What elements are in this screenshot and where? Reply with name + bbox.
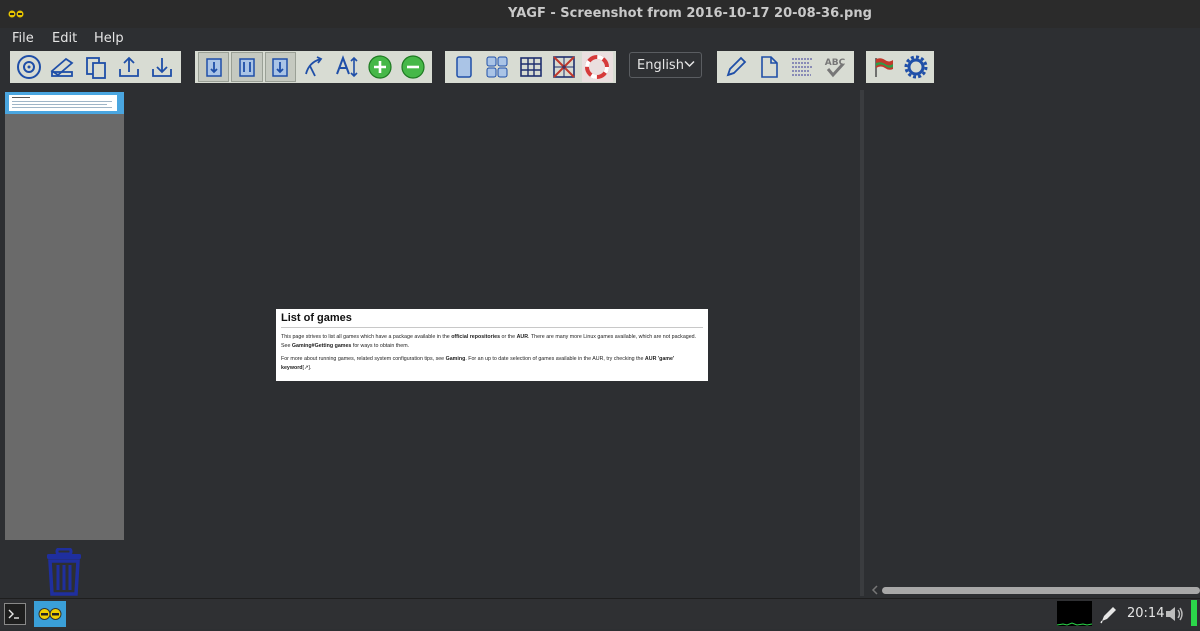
zoom-in-icon bbox=[368, 55, 392, 79]
spell-check-icon: ABC bbox=[825, 58, 846, 78]
font-size-button[interactable] bbox=[331, 52, 362, 82]
volume-icon[interactable] bbox=[1163, 603, 1185, 625]
rotate-180-button[interactable] bbox=[231, 52, 263, 82]
rotate-right-button[interactable] bbox=[264, 52, 296, 82]
chevron-down-icon bbox=[684, 60, 695, 68]
system-monitor-icon[interactable] bbox=[1056, 601, 1093, 626]
blocks-button[interactable] bbox=[481, 52, 512, 82]
flags-icon bbox=[875, 58, 893, 77]
battery-icon bbox=[1191, 600, 1197, 626]
rotate-left-icon bbox=[205, 58, 222, 77]
horizontal-scrollbar[interactable] bbox=[868, 584, 1200, 596]
single-block-button[interactable] bbox=[448, 52, 479, 82]
toolbar-group-blocks bbox=[445, 51, 616, 83]
scanner-icon bbox=[50, 57, 74, 77]
page-thumbnails-panel[interactable] bbox=[5, 92, 124, 540]
rotate-180-icon bbox=[239, 58, 255, 77]
font-size-icon bbox=[335, 55, 358, 78]
document-button[interactable] bbox=[753, 52, 784, 82]
deskew-icon bbox=[304, 56, 322, 77]
scan-disc-button[interactable] bbox=[13, 52, 44, 82]
doc-divider bbox=[281, 327, 703, 328]
scrollbar-thumb[interactable] bbox=[882, 587, 1200, 594]
toolbar-group-text: ABC bbox=[717, 51, 854, 83]
language-select[interactable]: English bbox=[629, 52, 702, 78]
clear-blocks-button[interactable] bbox=[548, 52, 579, 82]
text-preview-button[interactable] bbox=[787, 52, 818, 82]
rotate-right-icon bbox=[272, 58, 289, 77]
export-icon bbox=[119, 56, 139, 77]
thumbnail-preview bbox=[9, 95, 117, 111]
text-output-pane[interactable] bbox=[865, 90, 1200, 596]
toolbar-group-transform bbox=[195, 51, 432, 83]
doc-paragraph-1: This page strives to list all games whic… bbox=[281, 334, 697, 349]
toolbar: ABC bbox=[0, 49, 1200, 85]
window-title: YAGF - Screenshot from 2016-10-17 20-08-… bbox=[508, 6, 872, 21]
scan-disc-icon bbox=[16, 55, 41, 79]
language-select-value: English bbox=[637, 58, 684, 73]
title-bar: YAGF - Screenshot from 2016-10-17 20-08-… bbox=[0, 0, 1200, 29]
toolbar-group-settings bbox=[866, 51, 934, 83]
import-button[interactable] bbox=[147, 52, 178, 82]
help-ring-icon bbox=[585, 55, 610, 79]
deskew-button[interactable] bbox=[298, 52, 329, 82]
menu-file[interactable]: File bbox=[12, 31, 34, 46]
text-preview-icon bbox=[792, 58, 813, 76]
clear-blocks-icon bbox=[553, 56, 575, 78]
spell-check-button[interactable]: ABC bbox=[820, 52, 851, 82]
zoom-in-button[interactable] bbox=[364, 52, 395, 82]
menu-bar: File Edit Help bbox=[0, 28, 1200, 48]
export-button[interactable] bbox=[113, 52, 144, 82]
paste-icon bbox=[85, 57, 106, 79]
terminal-task-icon[interactable] bbox=[4, 603, 26, 625]
pen-tray-icon[interactable] bbox=[1098, 603, 1120, 625]
scanner-button[interactable] bbox=[46, 52, 77, 82]
rotate-left-button[interactable] bbox=[198, 52, 230, 82]
edit-icon bbox=[726, 56, 746, 77]
scroll-left-icon[interactable] bbox=[870, 584, 880, 596]
menu-help[interactable]: Help bbox=[94, 31, 124, 46]
trash-icon[interactable] bbox=[45, 548, 83, 596]
settings-icon bbox=[904, 55, 928, 79]
single-block-icon bbox=[455, 56, 472, 78]
table-button[interactable] bbox=[515, 52, 546, 82]
taskbar bbox=[0, 598, 1200, 629]
document-icon bbox=[761, 56, 778, 78]
edit-button[interactable] bbox=[720, 52, 751, 82]
clock[interactable]: 20:14 bbox=[1127, 606, 1164, 621]
zoom-out-icon bbox=[401, 55, 425, 79]
scanned-image: List of games This page strives to list … bbox=[276, 309, 708, 381]
doc-title: List of games bbox=[281, 312, 352, 324]
toolbar-group-file bbox=[10, 51, 181, 83]
blocks-icon bbox=[486, 56, 508, 78]
yagf-task-icon[interactable] bbox=[34, 601, 66, 627]
settings-button[interactable] bbox=[901, 52, 931, 82]
import-icon bbox=[152, 58, 173, 77]
doc-paragraph-2: For more about running games, related sy… bbox=[281, 356, 675, 371]
help-ring-button[interactable] bbox=[581, 52, 614, 82]
page-thumbnail[interactable] bbox=[5, 92, 124, 114]
table-icon bbox=[519, 57, 542, 77]
paste-button[interactable] bbox=[80, 52, 111, 82]
pane-splitter[interactable] bbox=[860, 90, 864, 596]
zoom-out-button[interactable] bbox=[398, 52, 429, 82]
languages-button[interactable] bbox=[869, 52, 899, 82]
menu-edit[interactable]: Edit bbox=[52, 31, 77, 46]
